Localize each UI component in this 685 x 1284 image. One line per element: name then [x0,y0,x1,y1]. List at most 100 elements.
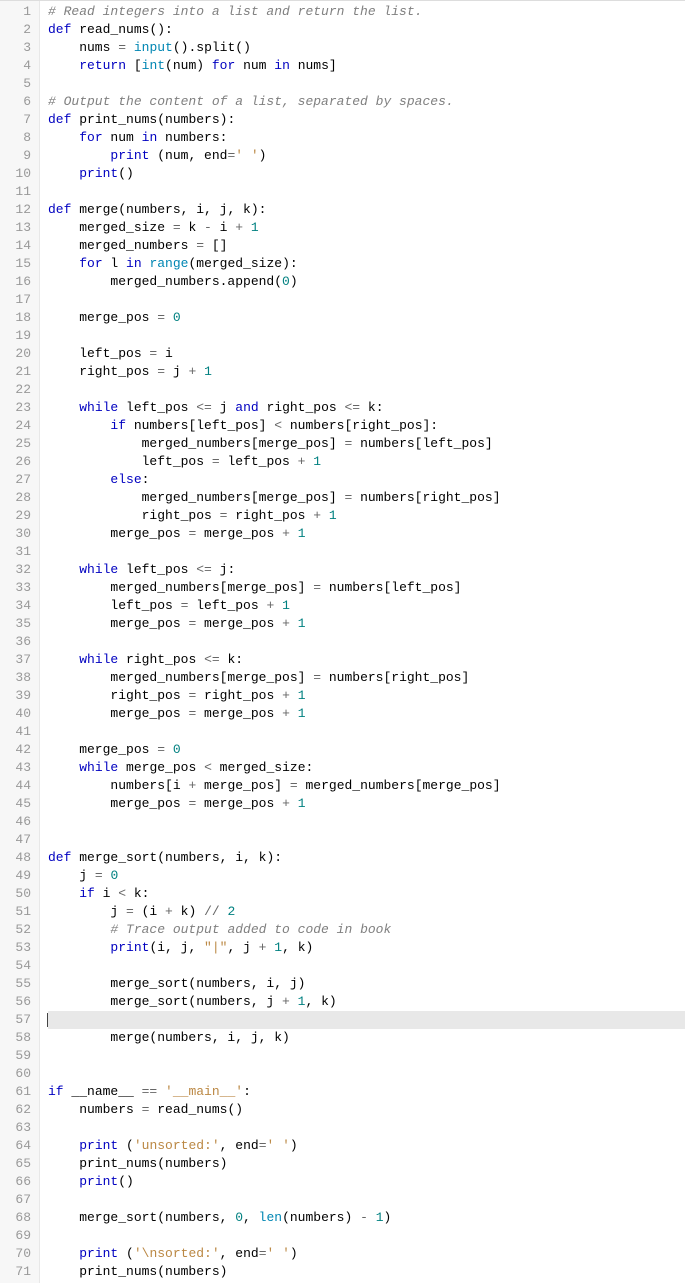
code-line[interactable] [48,813,685,831]
line-number: 50 [4,885,31,903]
code-line[interactable]: else: [48,471,685,489]
code-line[interactable]: print_nums(numbers) [48,1155,685,1173]
line-number: 26 [4,453,31,471]
code-line[interactable]: def merge(numbers, i, j, k): [48,201,685,219]
code-line[interactable]: numbers[i + merge_pos] = merged_numbers[… [48,777,685,795]
code-line[interactable]: j = 0 [48,867,685,885]
code-line[interactable]: merged_numbers[merge_pos] = numbers[left… [48,579,685,597]
code-line[interactable] [48,1047,685,1065]
code-line[interactable] [48,1227,685,1245]
code-line[interactable]: merge_pos = merge_pos + 1 [48,525,685,543]
code-line[interactable]: def print_nums(numbers): [48,111,685,129]
code-line[interactable]: merge_pos = 0 [48,309,685,327]
code-line[interactable] [48,75,685,93]
line-number: 4 [4,57,31,75]
code-line[interactable]: while left_pos <= j: [48,561,685,579]
line-number: 71 [4,1263,31,1281]
code-line[interactable]: merge_pos = 0 [48,741,685,759]
code-line[interactable]: # Trace output added to code in book [48,921,685,939]
code-line[interactable]: merged_numbers[merge_pos] = numbers[left… [48,435,685,453]
code-line[interactable] [48,957,685,975]
code-line[interactable]: nums = input().split() [48,39,685,57]
text-cursor [47,1013,48,1027]
code-line[interactable]: def merge_sort(numbers, i, k): [48,849,685,867]
code-line[interactable] [48,183,685,201]
code-editor[interactable]: 1234567891011121314151617181920212223242… [0,0,685,1283]
line-number: 9 [4,147,31,165]
code-line[interactable]: # Read integers into a list and return t… [48,3,685,21]
line-number: 51 [4,903,31,921]
code-line[interactable]: merged_numbers.append(0) [48,273,685,291]
code-line[interactable]: if __name__ == '__main__': [48,1083,685,1101]
code-line[interactable] [48,543,685,561]
code-line[interactable] [48,1119,685,1137]
line-number: 3 [4,39,31,57]
code-line[interactable]: merge_pos = merge_pos + 1 [48,615,685,633]
code-line[interactable]: # Output the content of a list, separate… [48,93,685,111]
code-line[interactable]: return [int(num) for num in nums] [48,57,685,75]
line-number: 12 [4,201,31,219]
code-line[interactable] [48,1011,685,1029]
code-line[interactable]: while left_pos <= j and right_pos <= k: [48,399,685,417]
code-line[interactable]: left_pos = left_pos + 1 [48,597,685,615]
code-line[interactable]: right_pos = right_pos + 1 [48,687,685,705]
line-number: 23 [4,399,31,417]
code-line[interactable]: numbers = read_nums() [48,1101,685,1119]
line-number: 52 [4,921,31,939]
line-number: 39 [4,687,31,705]
code-line[interactable]: right_pos = right_pos + 1 [48,507,685,525]
code-line[interactable]: if i < k: [48,885,685,903]
code-line[interactable]: print(i, j, "|", j + 1, k) [48,939,685,957]
code-line[interactable] [48,633,685,651]
code-line[interactable]: merge(numbers, i, j, k) [48,1029,685,1047]
line-number: 14 [4,237,31,255]
code-line[interactable] [48,723,685,741]
code-line[interactable]: print (num, end=' ') [48,147,685,165]
code-line[interactable]: merged_size = k - i + 1 [48,219,685,237]
code-line[interactable]: j = (i + k) // 2 [48,903,685,921]
code-line[interactable]: merged_numbers = [] [48,237,685,255]
code-line[interactable]: right_pos = j + 1 [48,363,685,381]
code-line[interactable]: def read_nums(): [48,21,685,39]
code-line[interactable]: left_pos = left_pos + 1 [48,453,685,471]
line-number: 13 [4,219,31,237]
line-number: 40 [4,705,31,723]
code-line[interactable]: merged_numbers[merge_pos] = numbers[righ… [48,669,685,687]
code-line[interactable]: merge_pos = merge_pos + 1 [48,705,685,723]
code-line[interactable] [48,1065,685,1083]
line-number: 58 [4,1029,31,1047]
code-line[interactable]: merge_sort(numbers, 0, len(numbers) - 1) [48,1209,685,1227]
code-line[interactable]: print_nums(numbers) [48,1263,685,1281]
code-line[interactable]: while merge_pos < merged_size: [48,759,685,777]
code-line[interactable]: print ('unsorted:', end=' ') [48,1137,685,1155]
code-line[interactable]: while right_pos <= k: [48,651,685,669]
code-line[interactable]: for l in range(merged_size): [48,255,685,273]
code-line[interactable]: print() [48,1173,685,1191]
code-line[interactable]: for num in numbers: [48,129,685,147]
code-line[interactable]: merge_sort(numbers, i, j) [48,975,685,993]
code-area[interactable]: # Read integers into a list and return t… [40,1,685,1283]
code-line[interactable] [48,1191,685,1209]
code-line[interactable]: print() [48,165,685,183]
line-number: 24 [4,417,31,435]
code-line[interactable]: print ('\nsorted:', end=' ') [48,1245,685,1263]
code-line[interactable]: left_pos = i [48,345,685,363]
line-number: 19 [4,327,31,345]
code-line[interactable]: merge_sort(numbers, j + 1, k) [48,993,685,1011]
code-line[interactable] [48,831,685,849]
line-number: 53 [4,939,31,957]
code-line[interactable]: if numbers[left_pos] < numbers[right_pos… [48,417,685,435]
line-number: 18 [4,309,31,327]
line-number: 49 [4,867,31,885]
line-number: 63 [4,1119,31,1137]
line-number: 61 [4,1083,31,1101]
line-number: 44 [4,777,31,795]
code-line[interactable]: merged_numbers[merge_pos] = numbers[righ… [48,489,685,507]
code-line[interactable] [48,291,685,309]
line-number: 7 [4,111,31,129]
code-line[interactable]: merge_pos = merge_pos + 1 [48,795,685,813]
code-line[interactable] [48,381,685,399]
line-number: 60 [4,1065,31,1083]
line-number: 46 [4,813,31,831]
code-line[interactable] [48,327,685,345]
